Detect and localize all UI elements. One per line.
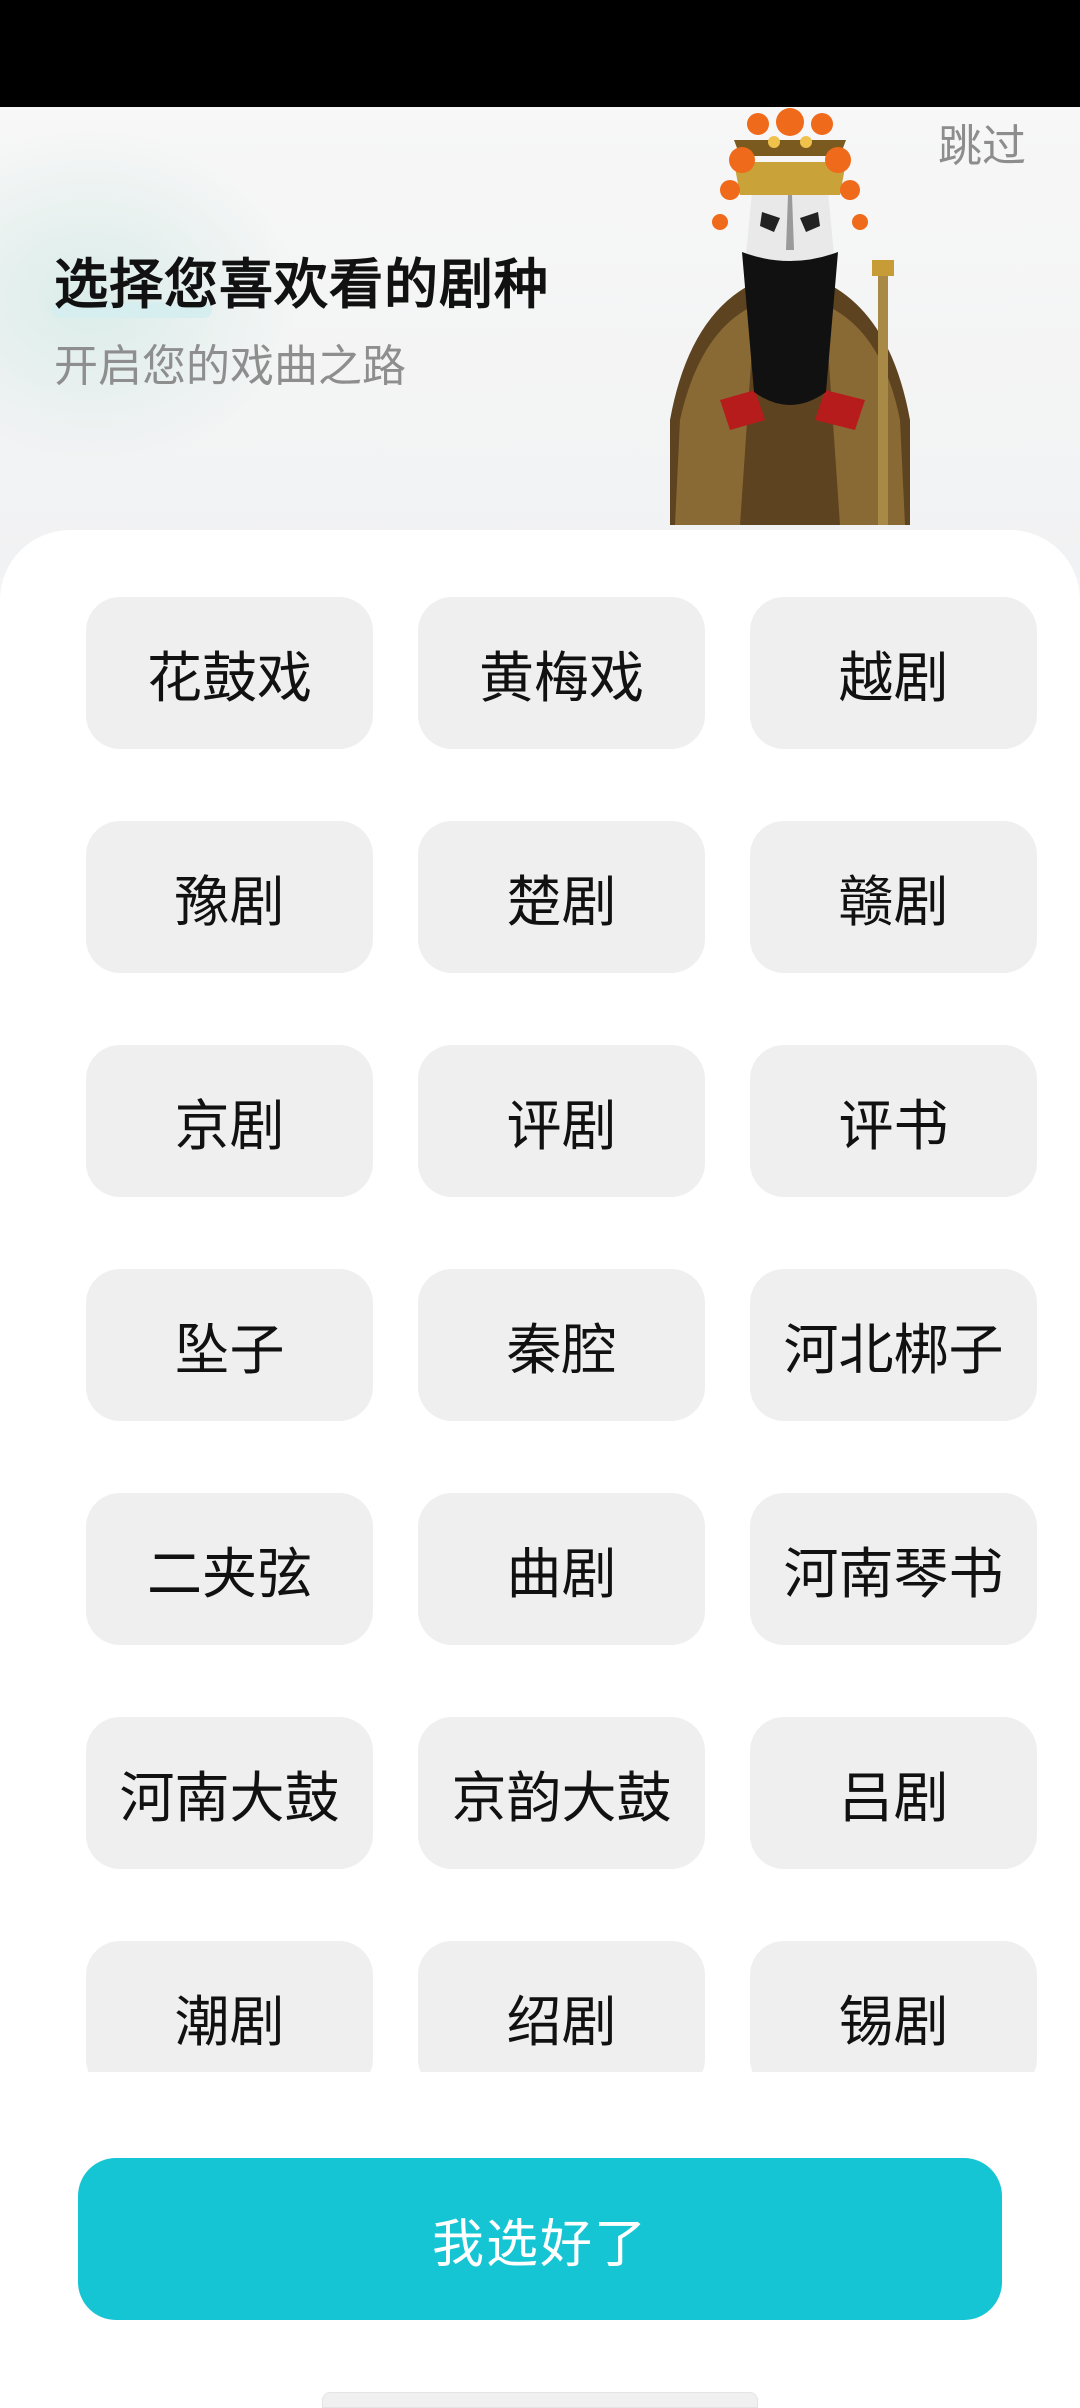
- skip-button[interactable]: 跳过: [938, 110, 1026, 174]
- genre-chip[interactable]: 坠子: [86, 1269, 373, 1421]
- genre-chip[interactable]: 评剧: [418, 1045, 705, 1197]
- genre-chip[interactable]: 评书: [750, 1045, 1037, 1197]
- genre-grid: 花鼓戏 黄梅戏 越剧 豫剧 楚剧 赣剧 京剧 评剧 评书 坠子 秦腔 河北梆子 …: [86, 597, 1038, 2072]
- genre-chip[interactable]: 豫剧: [86, 821, 373, 973]
- genre-chip[interactable]: 京韵大鼓: [418, 1717, 705, 1869]
- genre-chip[interactable]: 河北梆子: [750, 1269, 1037, 1421]
- genre-chip[interactable]: 潮剧: [86, 1941, 373, 2072]
- genre-chip[interactable]: 楚剧: [418, 821, 705, 973]
- page-title: 选择您喜欢看的剧种: [54, 253, 549, 316]
- genre-chip[interactable]: 吕剧: [750, 1717, 1037, 1869]
- confirm-selection-button[interactable]: 我选好了: [78, 2158, 1002, 2320]
- genre-chip[interactable]: 曲剧: [418, 1493, 705, 1645]
- genre-chip[interactable]: 越剧: [750, 597, 1037, 749]
- genre-chip[interactable]: 绍剧: [418, 1941, 705, 2072]
- genre-chip[interactable]: 二夹弦: [86, 1493, 373, 1645]
- status-bar: [0, 0, 1080, 107]
- genre-chip[interactable]: 赣剧: [750, 821, 1037, 973]
- genre-chip[interactable]: 秦腔: [418, 1269, 705, 1421]
- page-subtitle: 开启您的戏曲之路: [54, 341, 406, 392]
- genre-chip[interactable]: 河南大鼓: [86, 1717, 373, 1869]
- genre-chip[interactable]: 黄梅戏: [418, 597, 705, 749]
- genre-chip[interactable]: 京剧: [86, 1045, 373, 1197]
- home-indicator[interactable]: [322, 2392, 758, 2408]
- genre-chip[interactable]: 河南琴书: [750, 1493, 1037, 1645]
- opera-figure-illustration: [670, 108, 910, 525]
- genre-chip[interactable]: 锡剧: [750, 1941, 1037, 2072]
- genre-chip[interactable]: 花鼓戏: [86, 597, 373, 749]
